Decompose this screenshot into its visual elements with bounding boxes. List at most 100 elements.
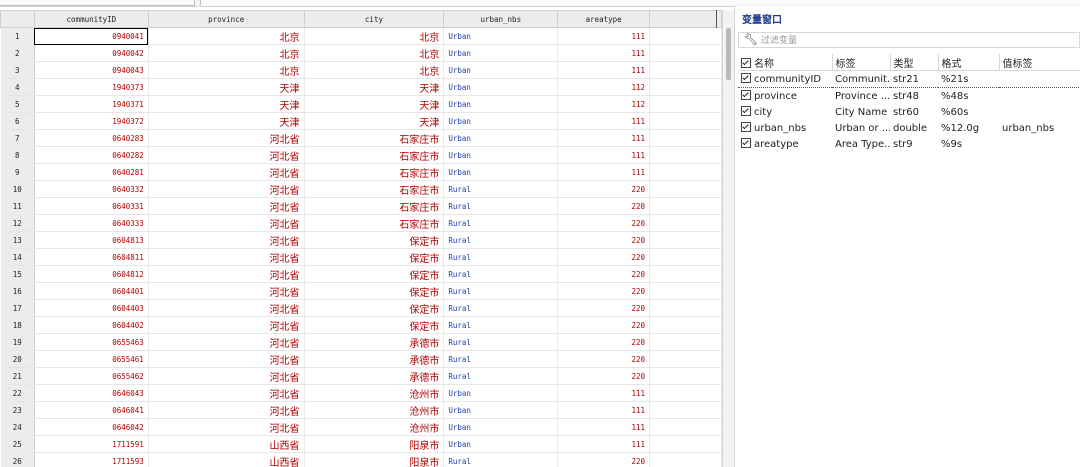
row-number[interactable]: 20 — [0, 350, 35, 368]
cell-areatype[interactable]: 220 — [557, 282, 651, 300]
cell-city[interactable]: 保定市 — [304, 316, 445, 334]
cell-empty[interactable] — [649, 112, 722, 130]
table-row[interactable]: 11 0640331 河北省 石家庄市 Rural 220 — [0, 197, 722, 215]
cell-city[interactable]: 北京 — [304, 61, 445, 79]
row-number[interactable]: 4 — [0, 78, 35, 96]
row-number[interactable]: 22 — [0, 384, 35, 402]
cell-urban-nbs[interactable]: Rural — [443, 333, 559, 351]
cell-city[interactable]: 石家庄市 — [304, 197, 445, 215]
row-number[interactable]: 10 — [0, 180, 35, 198]
cell-areatype[interactable]: 220 — [557, 316, 651, 334]
table-row[interactable]: 6 1940372 天津 天津 Urban 111 — [0, 112, 722, 130]
table-row[interactable]: 25 1711591 山西省 阳泉市 Urban 111 — [0, 435, 722, 453]
row-number[interactable]: 25 — [0, 435, 35, 453]
cell-areatype[interactable]: 111 — [557, 401, 651, 419]
table-row[interactable]: 21 0655462 河北省 承德市 Rural 220 — [0, 367, 722, 385]
cell-city[interactable]: 保定市 — [304, 282, 445, 300]
variable-filter-box[interactable]: 🔧︎ 过滤变量 — [738, 32, 1080, 48]
cell-urban-nbs[interactable]: Urban — [443, 401, 559, 419]
header-label[interactable]: 标签 — [832, 54, 891, 71]
cell-city[interactable]: 保定市 — [304, 231, 445, 249]
table-row[interactable]: 16 0604401 河北省 保定市 Rural 220 — [0, 282, 722, 300]
cell-province[interactable]: 河北省 — [148, 316, 305, 334]
cell-empty[interactable] — [649, 197, 722, 215]
cell-urban-nbs[interactable]: Urban — [443, 78, 559, 96]
cell-communityid[interactable]: 0604813 — [34, 231, 149, 249]
cell-province[interactable]: 河北省 — [148, 367, 305, 385]
cell-province[interactable]: 天津 — [148, 112, 305, 130]
table-row[interactable]: 1 0940041 北京 北京 Urban 111 — [0, 27, 722, 45]
cell-areatype[interactable]: 220 — [557, 231, 651, 249]
cell-city[interactable]: 北京 — [304, 44, 445, 62]
cell-empty[interactable] — [649, 129, 722, 147]
cell-communityid[interactable]: 0604812 — [34, 265, 149, 283]
cell-areatype[interactable]: 112 — [557, 95, 651, 113]
table-row[interactable]: 18 0604402 河北省 保定市 Rural 220 — [0, 316, 722, 334]
table-row[interactable]: 19 0655463 河北省 承德市 Rural 220 — [0, 333, 722, 351]
table-row[interactable]: 22 0646043 河北省 沧州市 Urban 111 — [0, 384, 722, 402]
cell-province[interactable]: 河北省 — [148, 299, 305, 317]
cell-empty[interactable] — [649, 435, 722, 453]
row-number[interactable]: 19 — [0, 333, 35, 351]
cell-communityid[interactable]: 0640282 — [34, 146, 149, 164]
cell-empty[interactable] — [649, 333, 722, 351]
cell-empty[interactable] — [649, 418, 722, 436]
row-number[interactable]: 7 — [0, 129, 35, 147]
cell-urban-nbs[interactable]: Urban — [443, 163, 559, 181]
cell-city[interactable]: 沧州市 — [304, 384, 445, 402]
row-number[interactable]: 18 — [0, 316, 35, 334]
cell-areatype[interactable]: 111 — [557, 61, 651, 79]
table-row[interactable]: 2 0940042 北京 北京 Urban 111 — [0, 44, 722, 62]
cell-province[interactable]: 河北省 — [148, 231, 305, 249]
cell-communityid[interactable]: 0655463 — [34, 333, 149, 351]
row-number[interactable]: 21 — [0, 367, 35, 385]
row-number[interactable]: 8 — [0, 146, 35, 164]
cell-urban-nbs[interactable]: Urban — [443, 384, 559, 402]
cell-province[interactable]: 北京 — [148, 61, 305, 79]
header-name[interactable]: 名称 — [738, 54, 833, 71]
cell-communityid[interactable]: 1940373 — [34, 78, 149, 96]
checkbox-checked-icon[interactable] — [741, 122, 751, 132]
checkbox-checked-icon[interactable] — [741, 106, 751, 116]
cell-urban-nbs[interactable]: Rural — [443, 231, 559, 249]
value-box-edge[interactable] — [200, 0, 1080, 5]
table-row[interactable]: 10 0640332 河北省 石家庄市 Rural 220 — [0, 180, 722, 198]
cell-province[interactable]: 山西省 — [148, 452, 305, 467]
row-number[interactable]: 17 — [0, 299, 35, 317]
cell-city[interactable]: 天津 — [304, 78, 445, 96]
cell-communityid[interactable]: 0604811 — [34, 248, 149, 266]
cell-communityid[interactable]: 0646042 — [34, 418, 149, 436]
cell-areatype[interactable]: 220 — [557, 367, 651, 385]
cell-areatype[interactable]: 220 — [557, 214, 651, 232]
cell-urban-nbs[interactable]: Rural — [443, 265, 559, 283]
cell-empty[interactable] — [649, 384, 722, 402]
cell-urban-nbs[interactable]: Urban — [443, 112, 559, 130]
cell-communityid[interactable]: 0640281 — [34, 163, 149, 181]
cell-province[interactable]: 河北省 — [148, 265, 305, 283]
header-value-label[interactable]: 值标签 — [999, 54, 1080, 71]
cell-empty[interactable] — [649, 265, 722, 283]
cell-areatype[interactable]: 112 — [557, 78, 651, 96]
variable-row[interactable]: urban_nbs Urban or ... double %12.0g urban_n… — [738, 120, 1080, 136]
cell-communityid[interactable]: 0646043 — [34, 384, 149, 402]
cell-areatype[interactable]: 220 — [557, 350, 651, 368]
variable-row[interactable]: city City Name str60 %60s — [738, 104, 1080, 120]
cell-province[interactable]: 北京 — [148, 27, 305, 45]
cell-city[interactable]: 保定市 — [304, 248, 445, 266]
cell-city[interactable]: 沧州市 — [304, 401, 445, 419]
cell-empty[interactable] — [649, 27, 722, 45]
cell-urban-nbs[interactable]: Rural — [443, 299, 559, 317]
cell-empty[interactable] — [649, 95, 722, 113]
cell-areatype[interactable]: 111 — [557, 418, 651, 436]
cell-urban-nbs[interactable]: Urban — [443, 61, 559, 79]
cell-province[interactable]: 河北省 — [148, 214, 305, 232]
cell-communityid[interactable]: 0604402 — [34, 316, 149, 334]
cell-province[interactable]: 河北省 — [148, 248, 305, 266]
row-number[interactable]: 13 — [0, 231, 35, 249]
cell-empty[interactable] — [649, 299, 722, 317]
cell-urban-nbs[interactable]: Rural — [443, 214, 559, 232]
variable-name-cell[interactable]: communityID — [738, 70, 832, 88]
cell-empty[interactable] — [649, 163, 722, 181]
cell-communityid[interactable]: 0940041 — [34, 27, 149, 45]
table-row[interactable]: 14 0604811 河北省 保定市 Rural 220 — [0, 248, 722, 266]
